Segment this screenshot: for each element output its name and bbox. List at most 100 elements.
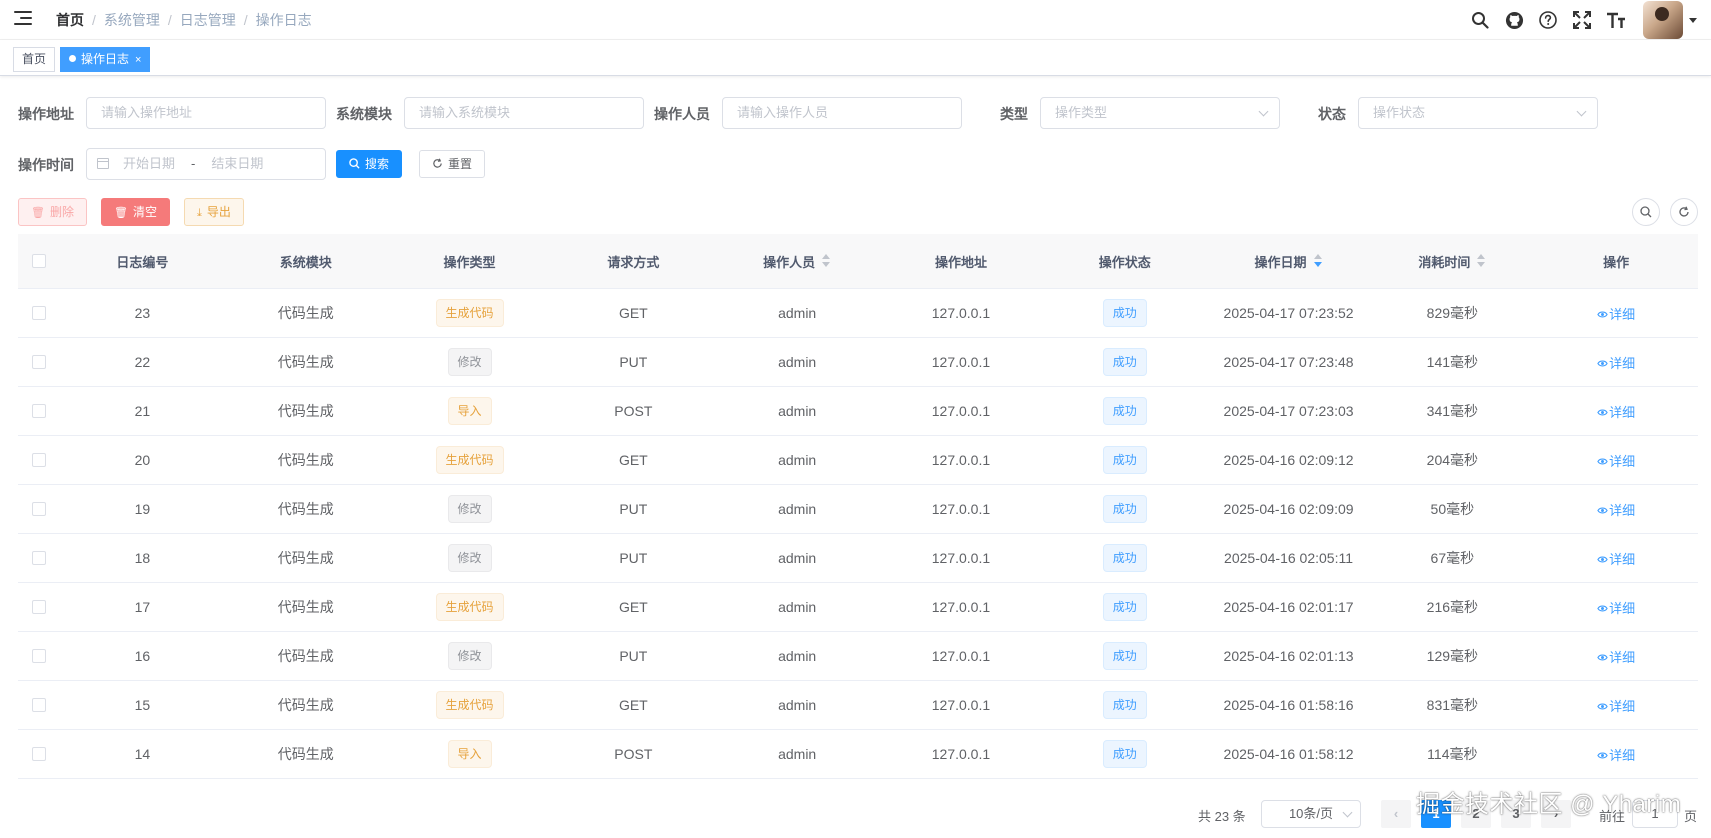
cell-status: 成功 (1043, 338, 1207, 386)
user-avatar[interactable] (1643, 1, 1683, 39)
sort-desc-icon[interactable] (1313, 254, 1323, 268)
row-checkbox[interactable] (32, 551, 47, 565)
detail-link[interactable]: 详细 (1597, 745, 1635, 764)
search-button-label: 搜索 (365, 157, 390, 171)
cell-oper-name: admin (778, 354, 817, 370)
hamburger-icon[interactable] (14, 10, 32, 26)
detail-link[interactable]: 详细 (1597, 451, 1635, 470)
row-checkbox[interactable] (32, 600, 47, 614)
sort-icon[interactable] (1476, 254, 1486, 268)
tag-oper-log[interactable]: 操作日志 × (60, 47, 151, 72)
header-cost[interactable]: 消耗时间 (1370, 234, 1534, 288)
date-range-separator: - (191, 156, 196, 171)
cell-method: PUT (619, 550, 648, 566)
breadcrumb-home[interactable]: 首页 (56, 12, 84, 28)
row-select-cell (18, 436, 61, 484)
row-checkbox[interactable] (32, 453, 47, 467)
refresh-icon (1679, 206, 1689, 217)
module-input[interactable]: 请输入系统模块 (404, 97, 644, 129)
cell-cost: 341毫秒 (1426, 403, 1479, 419)
prev-page-button[interactable]: ‹ (1381, 800, 1411, 828)
cell-cost: 204毫秒 (1426, 452, 1479, 468)
help-icon[interactable] (1537, 9, 1559, 31)
font-size-icon[interactable] (1605, 9, 1627, 31)
tag-home[interactable]: 首页 (13, 47, 56, 72)
delete-button[interactable]: 🗑 删除 (18, 198, 87, 226)
search-icon[interactable] (1469, 9, 1491, 31)
detail-link[interactable]: 详细 (1597, 696, 1635, 715)
cell-status: 成功 (1043, 485, 1207, 533)
reset-button[interactable]: 重置 (419, 150, 486, 178)
row-checkbox[interactable] (32, 649, 47, 663)
cell-action: 详细 (1534, 289, 1698, 337)
breadcrumb-log[interactable]: 日志管理 (180, 12, 236, 28)
row-checkbox[interactable] (32, 747, 47, 761)
end-date-input[interactable]: 结束日期 (211, 156, 263, 171)
calendar-icon (97, 158, 109, 169)
row-checkbox[interactable] (32, 698, 47, 712)
cell-type: 生成代码 (388, 681, 552, 729)
cell-type: 导入 (388, 730, 552, 778)
oper-log-table: 日志编号 系统模块 操作类型 请求方式 操作人员 操作地址 操作状态 操作日期 … (18, 234, 1698, 779)
caret-down-icon[interactable] (1689, 17, 1697, 23)
detail-link[interactable]: 详细 (1597, 647, 1635, 666)
cell-oper-name: admin (778, 501, 817, 517)
status-label: 状态 (1318, 106, 1346, 122)
github-icon[interactable] (1503, 9, 1525, 31)
clean-button[interactable]: 🗑 清空 (101, 198, 170, 226)
status-select[interactable]: 操作状态 (1358, 97, 1598, 129)
detail-link[interactable]: 详细 (1597, 500, 1635, 519)
cell-status: 成功 (1043, 387, 1207, 435)
eye-icon (1597, 409, 1608, 415)
cell-time: 2025-04-16 02:01:17 (1223, 599, 1354, 615)
cell-time: 2025-04-16 02:09:09 (1223, 501, 1354, 517)
breadcrumb-system[interactable]: 系统管理 (104, 12, 160, 28)
row-checkbox[interactable] (32, 306, 47, 320)
watermark: 掘金技术社区 @ Yharim (1416, 791, 1682, 818)
cell-method: GET (618, 697, 648, 713)
row-select-cell (18, 387, 61, 435)
oper-ip-input[interactable]: 请输入操作地址 (86, 97, 326, 129)
cell-action: 详细 (1534, 583, 1698, 631)
detail-link[interactable]: 详细 (1597, 353, 1635, 372)
cell-method: GET (618, 305, 648, 321)
detail-link[interactable]: 详细 (1597, 549, 1635, 568)
cell-type: 生成代码 (388, 436, 552, 484)
page-size-select[interactable]: 10条/页 (1261, 800, 1361, 828)
refresh-button[interactable] (1670, 198, 1698, 226)
cell-time: 2025-04-17 07:23:52 (1223, 305, 1354, 321)
fullscreen-icon[interactable] (1571, 9, 1593, 31)
row-checkbox[interactable] (32, 355, 47, 369)
export-button[interactable]: ⤓ 导出 (184, 198, 244, 226)
close-icon[interactable]: × (135, 54, 141, 66)
search-button[interactable]: 搜索 (336, 150, 403, 178)
cell-cost: 216毫秒 (1426, 599, 1479, 615)
header-time[interactable]: 操作日期 (1207, 234, 1371, 288)
trash-icon: 🗑 (31, 207, 45, 219)
type-select[interactable]: 操作类型 (1040, 97, 1280, 129)
cell-ip: 127.0.0.1 (931, 403, 991, 419)
detail-link[interactable]: 详细 (1597, 304, 1635, 323)
cell-status: 成功 (1043, 583, 1207, 631)
export-button-label: 导出 (206, 205, 231, 219)
sort-icon[interactable] (821, 254, 831, 268)
clean-button-label: 清空 (132, 205, 157, 219)
cell-id: 22 (134, 354, 151, 370)
header-oper-name[interactable]: 操作人员 (715, 234, 879, 288)
select-all-checkbox[interactable] (32, 254, 47, 268)
date-range-picker[interactable]: 开始日期 - 结束日期 (86, 148, 326, 180)
type-label: 类型 (1000, 106, 1028, 122)
oper-name-input[interactable]: 请输入操作人员 (722, 97, 962, 129)
toggle-search-button[interactable] (1632, 198, 1660, 226)
detail-link[interactable]: 详细 (1597, 402, 1635, 421)
eye-icon (1597, 605, 1608, 611)
table-row: 22 代码生成 修改 PUT admin 127.0.0.1 成功 2025-04-17 07… (18, 338, 1698, 387)
start-date-input[interactable]: 开始日期 (123, 156, 175, 171)
detail-link[interactable]: 详细 (1597, 598, 1635, 617)
row-checkbox[interactable] (32, 404, 47, 418)
cell-time: 2025-04-16 02:09:12 (1223, 452, 1354, 468)
cell-oper-name: admin (778, 697, 817, 713)
row-checkbox[interactable] (32, 502, 47, 516)
status-tag: 成功 (1102, 397, 1147, 425)
eye-icon (1597, 556, 1608, 562)
